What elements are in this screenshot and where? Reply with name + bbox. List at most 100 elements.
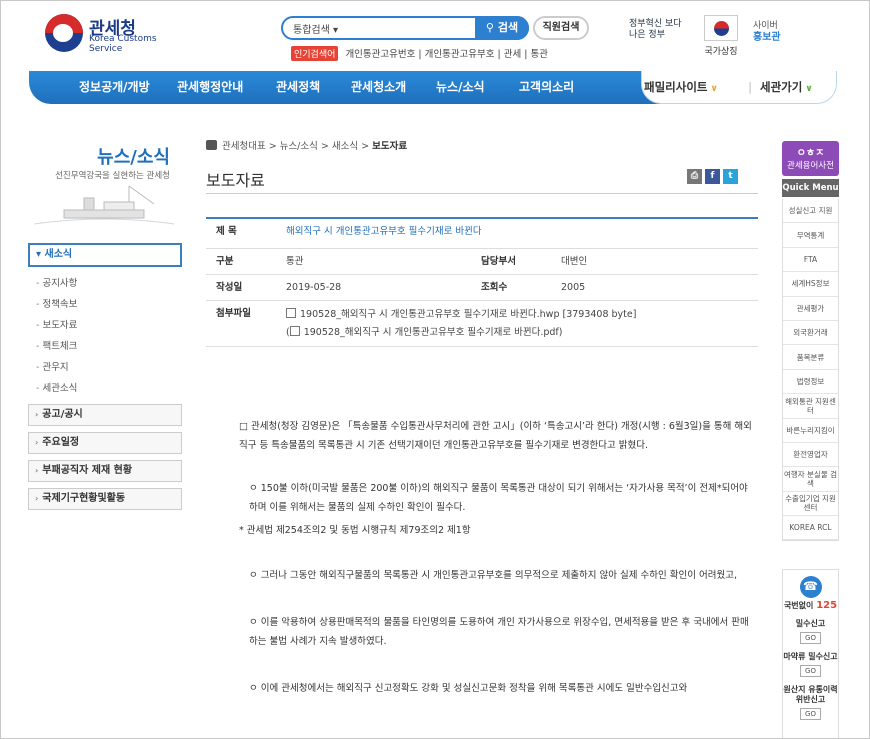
sidebar-section-sanction[interactable]: › 부패공직자 제재 현황	[28, 460, 182, 482]
sidebar-current-menu[interactable]: ▾ 새소식	[28, 243, 182, 267]
date-value: 2019-05-28	[286, 282, 342, 293]
views-value: 2005	[561, 282, 586, 293]
cargo-ship-illustration	[34, 185, 174, 225]
search-button-label: 검색	[497, 21, 519, 34]
date-label: 작성일	[216, 282, 243, 293]
gov-innovation-banner[interactable]: 정부혁신 보다 나은 정부	[629, 19, 689, 49]
sidebar-item-press[interactable]: 보도자료	[36, 319, 176, 340]
chevron-right-icon: ›	[35, 466, 39, 475]
file-icon	[286, 308, 296, 318]
subject-label: 제 목	[216, 226, 237, 237]
attachment-hwp[interactable]: 190528_해외직구 시 개인통관고유부호 필수기재로 바뀐다.hwp [37…	[286, 306, 636, 324]
sidebar-item-office-news[interactable]: 세관소식	[36, 382, 176, 403]
section-label: 부패공직자 제재 현황	[42, 465, 133, 476]
dept-label: 담당부서	[481, 256, 516, 267]
quick-menu-list: 성실신고 지원 무역통계 FTA 세계HS정보 관세평가 외국환거래 품목분류 …	[782, 199, 839, 542]
chevron-right-icon: ›	[35, 438, 39, 447]
quick-item[interactable]: KOREA RCL	[783, 516, 838, 541]
quick-item[interactable]: 세계HS정보	[783, 272, 838, 297]
nav-item-voice[interactable]: 고객의소리	[519, 71, 574, 104]
date-row: 작성일 2019-05-28 조회수 2005	[206, 275, 758, 301]
quick-item[interactable]: 품목분류	[783, 345, 838, 370]
quick-item[interactable]: 바른누리지킴이	[783, 419, 838, 443]
customs-dictionary-button[interactable]: 관세용어사전	[782, 141, 839, 176]
nav-item-news[interactable]: 뉴스/소식	[436, 71, 485, 104]
search-box[interactable]: 통합검색 ▾ ⚲ 검색	[281, 16, 529, 40]
nav-item-admin[interactable]: 관세행정안내	[177, 71, 243, 104]
popular-keyword-links[interactable]: 개인통관고유번호 | 개인통관고유부호 | 관세 | 통관	[345, 49, 548, 60]
quick-item[interactable]: 법령정보	[783, 370, 838, 395]
sidebar-item-factcheck[interactable]: 팩트체크	[36, 340, 176, 361]
attachment-hwp-name: 190528_해외직구 시 개인통관고유부호 필수기재로 바뀐다.hwp [37…	[300, 309, 637, 320]
logo-english: Korea Customs Service	[89, 34, 157, 54]
share-buttons: ⎙ f t	[684, 169, 738, 185]
quick-item[interactable]: 무역통계	[783, 223, 838, 248]
report-item: 원산지 유통이력 위반신고 GO	[783, 685, 838, 720]
national-symbol-label: 국가상징	[704, 47, 738, 57]
section-label: 국제기구현황및활동	[42, 493, 126, 504]
report-item: 마약류 밀수신고 GO	[783, 652, 838, 677]
report-call-box: 국번없이 125 밀수신고 GO 마약류 밀수신고 GO 원산지 유통이력 위반신고…	[782, 569, 839, 738]
paragraph: □ 관세청(청장 김영문)은 「특송물품 수입통관사무처리에 관한 고시」(이하…	[239, 421, 752, 451]
paragraph: ㅇ 150불 이하(미국발 물품은 200불 이하)의 해외직구 물품이 목록통…	[249, 483, 748, 513]
quick-item[interactable]: FTA	[783, 248, 838, 273]
kcs-logo[interactable]: 관세청 Korea Customs Service	[45, 14, 195, 56]
sidebar-item-notice[interactable]: 공지사항	[36, 277, 176, 298]
attachment-label: 첨부파일	[216, 308, 251, 319]
print-icon[interactable]: ⎙	[687, 169, 702, 184]
quick-item[interactable]: 해외통관 지원센터	[783, 394, 838, 419]
staff-search-button[interactable]: 직원검색	[533, 16, 589, 40]
file-icon	[289, 326, 300, 336]
twitter-icon[interactable]: t	[723, 169, 738, 184]
sidebar-section-schedule[interactable]: › 주요일정	[28, 432, 182, 454]
quick-item[interactable]: 여행자 분실물 검색	[783, 467, 838, 492]
nav-item-policy[interactable]: 관세정책	[276, 71, 320, 104]
sidebar-section-announcement[interactable]: › 공고/공시	[28, 404, 182, 426]
customs-office-dropdown[interactable]: 세관가기 ∨	[760, 71, 813, 105]
sidebar-section-intl[interactable]: › 국제기구현황및활동	[28, 488, 182, 510]
home-icon[interactable]	[206, 140, 217, 150]
sidebar-item-policy-news[interactable]: 정책속보	[36, 298, 176, 319]
attachment-pdf[interactable]: (190528_해외직구 시 개인통관고유부호 필수기재로 바뀐다.pdf)	[286, 324, 636, 342]
title-divider	[206, 193, 758, 194]
breadcrumb-current: 보도자료	[372, 141, 408, 152]
section-label: 공고/공시	[42, 409, 83, 420]
search-scope-select[interactable]: 통합검색 ▾	[293, 21, 338, 36]
nav-divider: |	[748, 80, 753, 94]
taegukgi-icon	[704, 15, 738, 41]
cyber-pr-link[interactable]: 사이버 홍보관	[753, 21, 823, 44]
sidebar-title: 뉴스/소식	[97, 147, 170, 168]
chevron-right-icon: ›	[35, 494, 39, 503]
nav-item-info[interactable]: 정보공개/개방	[79, 71, 150, 104]
quick-item[interactable]: 성실신고 지원	[783, 199, 838, 224]
chevron-down-icon: ∨	[710, 84, 718, 94]
search-icon: ⚲	[485, 21, 494, 34]
paragraph: ㅇ 그러나 그동안 해외직구물품의 목록통관 시 개인통관고유부호를 의무적으로…	[249, 570, 738, 581]
nav-item-about[interactable]: 관세청소개	[351, 71, 406, 104]
family-site-label: 패밀리사이트	[644, 80, 708, 94]
browser-page: 관세청 Korea Customs Service 통합검색 ▾ ⚲ 검색 직원…	[0, 0, 870, 739]
quick-item[interactable]: 수출입기업 지원센터	[783, 492, 838, 517]
chevron-right-icon: ›	[35, 410, 39, 419]
breadcrumb-path[interactable]: 관세청대표 > 뉴스/소식 > 새소식 >	[222, 141, 372, 152]
facebook-icon[interactable]: f	[705, 169, 720, 184]
go-button[interactable]: GO	[800, 665, 821, 677]
attachment-pdf-name: 190528_해외직구 시 개인통관고유부호 필수기재로 바뀐다.pdf)	[303, 327, 563, 338]
go-button[interactable]: GO	[800, 708, 821, 720]
national-symbol-link[interactable]: 국가상징	[701, 15, 741, 57]
sidebar-subtitle: 선진무역강국을 실현하는 관세청	[55, 171, 170, 181]
call-label: 국번없이	[783, 601, 814, 610]
cyber-pr-label: 홍보관	[753, 32, 781, 43]
search-button[interactable]: ⚲ 검색	[475, 16, 529, 40]
cyber-label: 사이버	[753, 21, 778, 31]
quick-item[interactable]: 관세평가	[783, 297, 838, 321]
paragraph: ㅇ 이에 관세청에서는 해외직구 신고정확도 강화 및 성실신고문화 정착을 위…	[249, 683, 688, 694]
quick-item[interactable]: 외국환거래	[783, 321, 838, 346]
paragraph: ㅇ 이를 악용하여 상용판매목적의 물품을 타인명의를 도용하여 개인 자가사용…	[249, 617, 749, 647]
sidebar-item-gwanuji[interactable]: 관우지	[36, 361, 176, 382]
family-site-dropdown[interactable]: 패밀리사이트 ∨	[644, 71, 718, 105]
family-site-bar: 패밀리사이트 ∨ | 세관가기 ∨	[641, 71, 837, 104]
attachment-list: 190528_해외직구 시 개인통관고유부호 필수기재로 바뀐다.hwp [37…	[286, 306, 636, 342]
quick-item[interactable]: 환전영업자	[783, 443, 838, 468]
go-button[interactable]: GO	[800, 632, 821, 644]
